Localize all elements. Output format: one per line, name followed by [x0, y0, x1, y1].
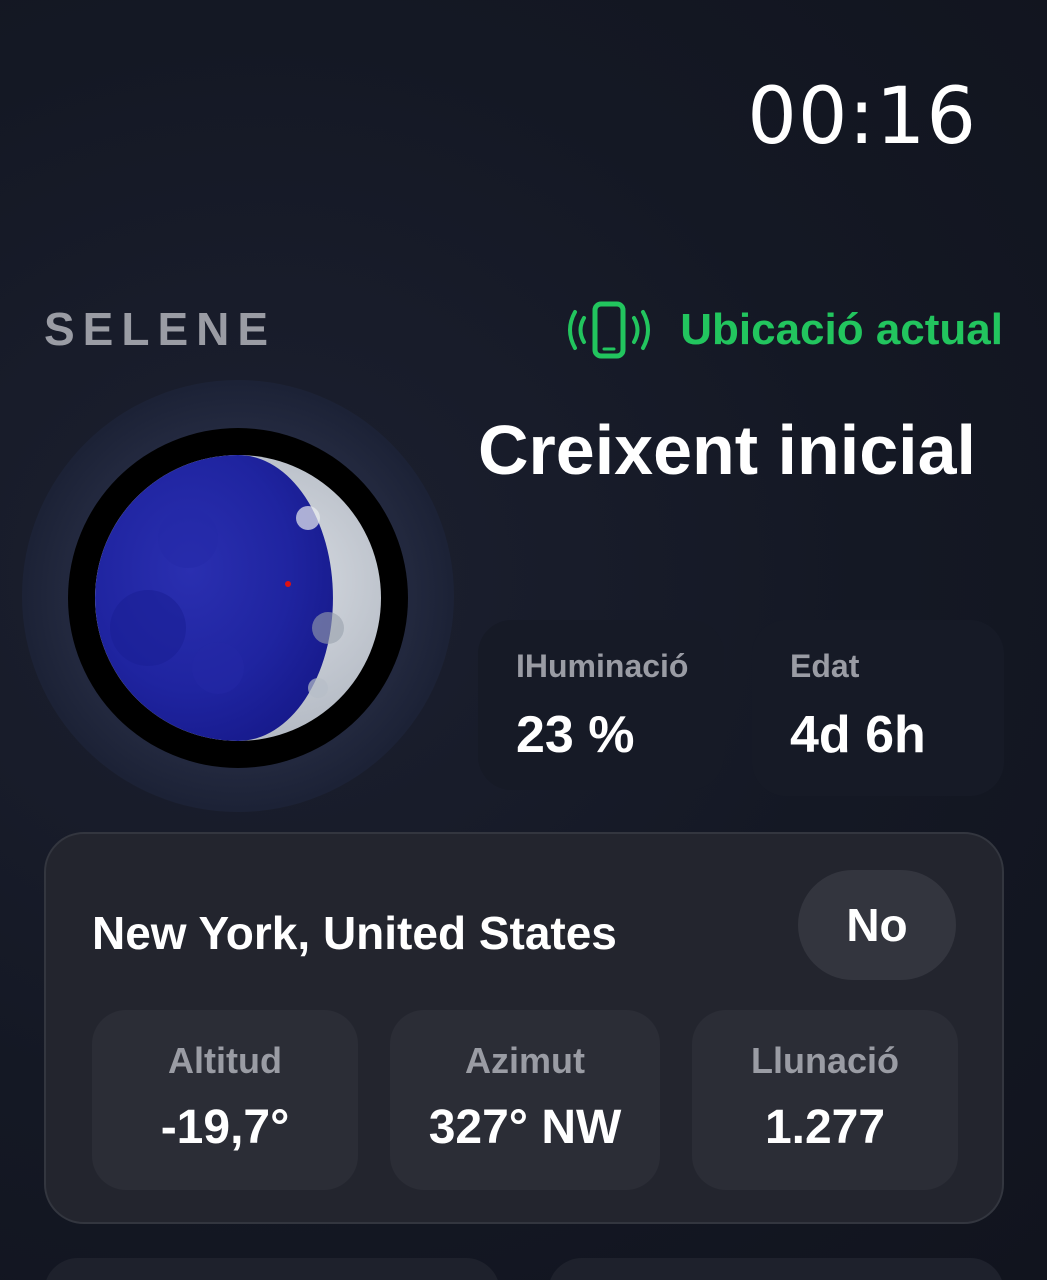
next-card-left [44, 1258, 500, 1280]
current-location-button[interactable]: Ubicació actual [564, 300, 1003, 360]
moon-phase-icon [68, 428, 408, 768]
toggle-button[interactable]: No [798, 870, 956, 980]
altitude-card: Altitud -19,7° [92, 1010, 358, 1190]
lunation-card: Llunació 1.277 [692, 1010, 958, 1190]
altitude-value: -19,7° [160, 1101, 290, 1154]
next-card-right [548, 1258, 1004, 1280]
lunation-value: 1.277 [764, 1101, 886, 1154]
age-label: Edat [790, 648, 860, 684]
location-card: New York, United States No Altitud -19,7… [44, 832, 1004, 1224]
current-location-label: Ubicació actual [680, 305, 1003, 354]
age-value: 4d 6h [790, 706, 926, 764]
azimuth-label: Azimut [465, 1040, 585, 1081]
illumination-label: IHuminació [516, 648, 689, 684]
moon-phase-name: Creixent inicial [478, 411, 976, 489]
app-title: SELENE [44, 303, 277, 355]
phone-location-icon [568, 301, 651, 359]
lunation-label: Llunació [750, 1040, 899, 1081]
illumination-card: IHuminació 23 % [478, 620, 724, 790]
illumination-value: 23 % [516, 706, 635, 764]
azimuth-card: Azimut 327° NW [390, 1010, 660, 1190]
clock-time: 00:16 [747, 72, 977, 162]
altitude-label: Altitud [168, 1040, 282, 1081]
age-card: Edat 4d 6h [752, 620, 1004, 796]
city-name: New York, United States [92, 907, 617, 959]
azimuth-value: 327° NW [428, 1101, 622, 1154]
